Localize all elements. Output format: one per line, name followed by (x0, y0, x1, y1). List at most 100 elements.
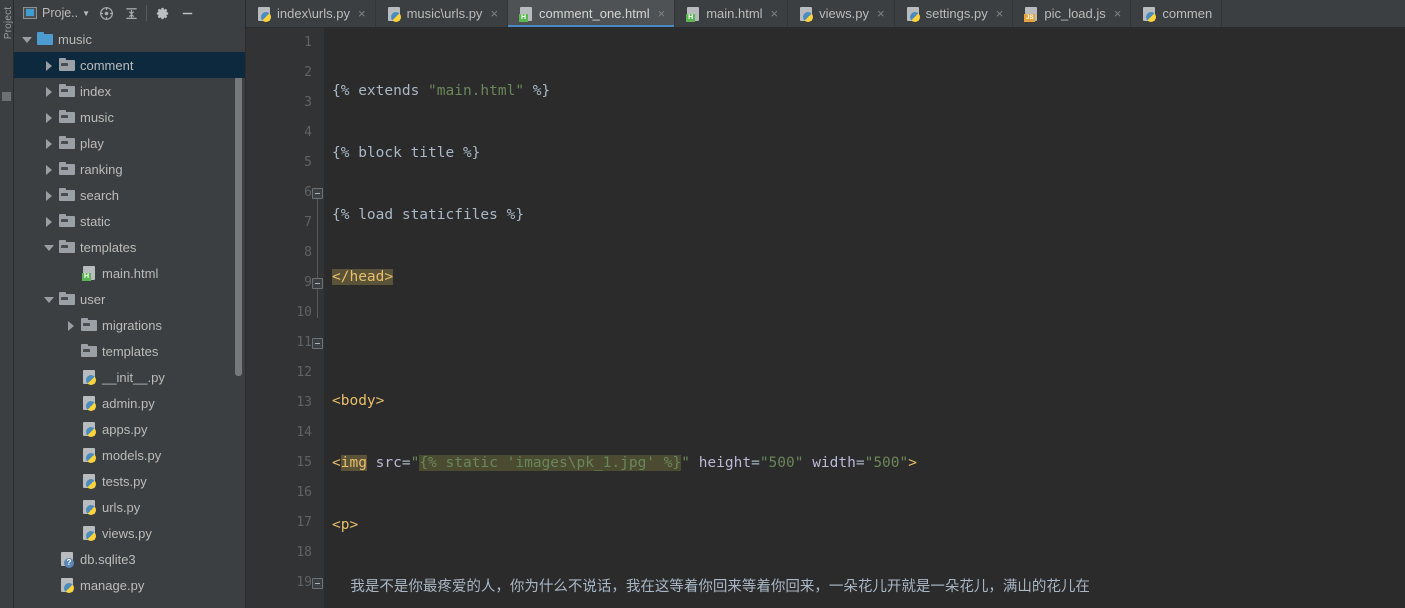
fold-region-line-body (317, 193, 318, 318)
editor-gutter[interactable]: 1 2 3 4 5 6 7 8 9 10 11 12 13 14 15 16 17 18 19 (246, 28, 324, 608)
close-icon[interactable]: × (358, 7, 366, 20)
close-icon[interactable]: × (771, 7, 779, 20)
python-file-icon (1141, 6, 1157, 22)
tree-item-tests-py[interactable]: tests.py (14, 468, 245, 494)
tree-item-label: static (80, 213, 111, 229)
tree-item-play[interactable]: play (14, 130, 245, 156)
tree-item-index[interactable]: index (14, 78, 245, 104)
chevron-down-icon[interactable] (22, 34, 33, 45)
editor-tab-settings-py[interactable]: settings.py × (895, 0, 1014, 27)
code-folding-column[interactable] (312, 28, 324, 608)
close-icon[interactable]: × (1114, 7, 1122, 20)
root-folder-icon (37, 31, 53, 47)
tree-item-music[interactable]: music (14, 104, 245, 130)
chevron-right-icon[interactable] (44, 112, 55, 123)
tree-item-templates[interactable]: templates (14, 234, 245, 260)
editor-tab-music-urls-py[interactable]: music\urls.py × (376, 0, 509, 27)
gear-icon[interactable] (150, 2, 174, 24)
code-line-8: <p> (332, 517, 359, 533)
html-file-icon (518, 6, 533, 22)
collapse-all-icon[interactable] (119, 2, 143, 24)
pycharm-window: Project Proje.. ▼ music comment index mu… (0, 0, 1405, 608)
tree-item-ranking[interactable]: ranking (14, 156, 245, 182)
editor-tab-bar[interactable]: index\urls.py×music\urls.py×comment_one.… (246, 0, 1405, 28)
chevron-right-icon[interactable] (44, 164, 55, 175)
close-icon[interactable]: × (490, 7, 498, 20)
code-editor[interactable]: 1 2 3 4 5 6 7 8 9 10 11 12 13 14 15 16 17 18 19 {% extends… (246, 28, 1405, 608)
editor-tab-comment-one-html[interactable]: comment_one.html × (508, 0, 676, 27)
tree-item-user[interactable]: user (14, 286, 245, 312)
project-file-tree[interactable]: music comment index music play ranking search s… (14, 26, 245, 608)
code-content[interactable]: {% extends "main.html" %} {% block title… (324, 28, 1405, 608)
tree-item-admin-py[interactable]: admin.py (14, 390, 245, 416)
tree-item-apps-py[interactable]: apps.py (14, 416, 245, 442)
tree-item-label: urls.py (102, 499, 141, 515)
editor-tab-commen[interactable]: commen (1131, 0, 1223, 27)
tree-item-label: __init__.py (102, 369, 165, 385)
tree-item--init-py[interactable]: __init__.py (14, 364, 245, 390)
tree-item-templates[interactable]: templates (14, 338, 245, 364)
fold-marker-line-18[interactable] (312, 578, 323, 589)
chevron-down-icon[interactable]: ▼ (82, 9, 90, 18)
tree-item-comment[interactable]: comment (14, 52, 245, 78)
tree-item-label: comment (80, 57, 134, 73)
chevron-right-icon[interactable] (44, 190, 55, 201)
close-icon[interactable]: × (658, 7, 666, 20)
html-file-icon (81, 265, 97, 281)
python-file-icon (81, 525, 97, 541)
code-line-9: 我是不是你最疼爱的人，你为什么不说话，我在这等着你回来等着你回来，一朵花儿开就是… (332, 579, 1090, 595)
chevron-down-icon[interactable] (44, 242, 55, 253)
editor-tab-views-py[interactable]: views.py × (788, 0, 895, 27)
fold-marker-line-8[interactable] (312, 278, 323, 289)
tree-item-static[interactable]: static (14, 208, 245, 234)
editor-tab-index-urls-py[interactable]: index\urls.py × (246, 0, 376, 27)
locate-file-icon[interactable] (94, 2, 118, 24)
html-file-icon (685, 6, 700, 22)
chevron-right-icon[interactable] (66, 320, 77, 331)
tree-item-db-sqlite3[interactable]: db.sqlite3 (14, 546, 245, 572)
tree-item-label: music (58, 31, 92, 47)
close-icon[interactable]: × (996, 7, 1004, 20)
chevron-right-icon[interactable] (44, 60, 55, 71)
editor-tab-label: pic_load.js (1044, 6, 1106, 21)
hide-icon[interactable] (175, 2, 199, 24)
tree-item-main-html[interactable]: main.html (14, 260, 245, 286)
tree-item-label: models.py (102, 447, 162, 463)
tree-item-search[interactable]: search (14, 182, 245, 208)
python-file-icon (386, 6, 401, 22)
chevron-right-icon[interactable] (44, 138, 55, 149)
chevron-down-icon[interactable] (44, 294, 55, 305)
folder-icon (59, 135, 75, 151)
chevron-right-icon[interactable] (44, 216, 55, 227)
python-file-icon (81, 473, 97, 489)
chevron-right-icon[interactable] (44, 86, 55, 97)
python-file-icon (798, 6, 814, 22)
tree-item-migrations[interactable]: migrations (14, 312, 245, 338)
code-line-6: <body> (332, 393, 385, 409)
tree-item-manage-py[interactable]: manage.py (14, 572, 245, 598)
python-file-icon (256, 6, 271, 22)
fold-marker-line-10[interactable] (312, 338, 323, 349)
editor-tab-label: music\urls.py (406, 6, 483, 21)
close-icon[interactable]: × (877, 7, 885, 20)
editor-tab-label: settings.py (925, 6, 988, 21)
editor-tab-label: index\urls.py (277, 6, 350, 21)
tree-item-label: search (80, 187, 120, 203)
editor-tab-main-html[interactable]: main.html × (675, 0, 789, 27)
fold-marker-line-6[interactable] (312, 188, 323, 199)
editor-tab-pic-load-js[interactable]: pic_load.js × (1013, 0, 1132, 27)
tree-item-urls-py[interactable]: urls.py (14, 494, 245, 520)
structure-tool-chip[interactable] (2, 92, 11, 101)
tree-item-label: db.sqlite3 (80, 551, 136, 567)
tree-item-label: templates (80, 239, 137, 255)
tree-item-music[interactable]: music (14, 26, 245, 52)
tree-item-views-py[interactable]: views.py (14, 520, 245, 546)
tree-item-models-py[interactable]: models.py (14, 442, 245, 468)
project-panel-title-button[interactable]: Proje.. ▼ (20, 6, 93, 20)
